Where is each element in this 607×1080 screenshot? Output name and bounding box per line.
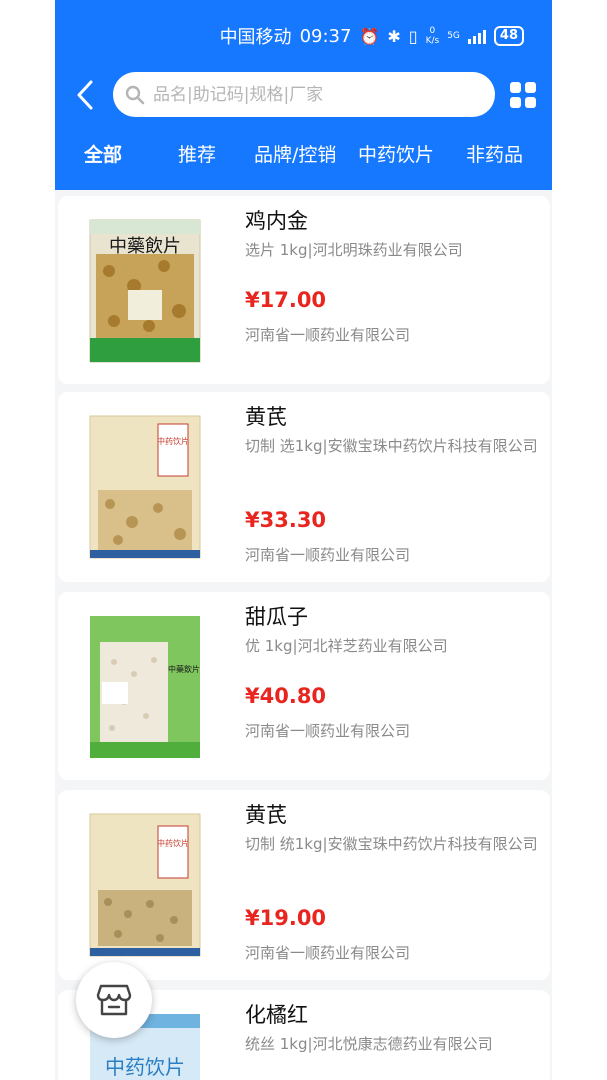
app-screen: 中国移动 09:37 ⏰ ✱ ▯ 0 K/s 5G 48 品名|助记码|规格|厂… bbox=[55, 0, 552, 1080]
grid-icon bbox=[510, 82, 521, 93]
search-icon bbox=[125, 85, 145, 104]
product-info: 化橘红 统丝 1kg|河北悦康志德药业有限公司 bbox=[245, 1000, 545, 1056]
product-price: ¥19.00 bbox=[245, 906, 327, 930]
store-button[interactable] bbox=[76, 962, 152, 1038]
product-name: 黄芪 bbox=[245, 803, 287, 827]
net-speed: 0 K/s bbox=[426, 26, 440, 46]
package-label: 中藥飲片 bbox=[109, 236, 181, 257]
tab-chinese-herbal[interactable]: 中药饮片 bbox=[358, 140, 434, 167]
product-name: 黄芪 bbox=[245, 405, 287, 429]
bluetooth-icon: ✱ bbox=[387, 26, 401, 46]
product-price: ¥40.80 bbox=[245, 684, 327, 708]
product-info: 鸡内金 选片 1kg|河北明珠药业有限公司 bbox=[245, 206, 545, 262]
product-vendor: 河南省一顺药业有限公司 bbox=[245, 546, 411, 564]
product-spec: 优 1kg|河北祥芝药业有限公司 bbox=[245, 637, 448, 655]
product-vendor: 河南省一顺药业有限公司 bbox=[245, 944, 411, 962]
product-image: 中药饮片 bbox=[84, 412, 206, 562]
search-bar[interactable] bbox=[113, 72, 495, 117]
package-label: 中藥飲片 bbox=[168, 664, 200, 674]
net-speed-value: 0 bbox=[429, 26, 436, 36]
grid-view-button[interactable] bbox=[510, 82, 536, 108]
product-card[interactable]: 中药饮片 黄芪 切制 选1kg|安徽宝珠中药饮片科技有限公司 ¥33.30 河南… bbox=[58, 392, 550, 582]
product-spec: 选片 1kg|河北明珠药业有限公司 bbox=[245, 241, 463, 259]
net-speed-unit: K/s bbox=[425, 36, 440, 46]
product-spec: 统丝 1kg|河北悦康志德药业有限公司 bbox=[245, 1035, 493, 1053]
package-label: 中药饮片 bbox=[157, 838, 189, 848]
header: 中国移动 09:37 ⏰ ✱ ▯ 0 K/s 5G 48 品名|助记码|规格|厂… bbox=[55, 0, 552, 190]
battery-indicator: 48 bbox=[493, 26, 524, 46]
product-price: ¥33.30 bbox=[245, 508, 327, 532]
product-card[interactable]: 中药饮片 黄芪 切制 统1kg|安徽宝珠中药饮片科技有限公司 ¥19.00 河南… bbox=[58, 790, 550, 980]
product-card[interactable]: 中藥飲片 甜瓜子 优 1kg|河北祥芝药业有限公司 ¥40.80 河南省一顺药业… bbox=[58, 592, 550, 780]
product-image: 中藥飲片 bbox=[84, 612, 206, 762]
product-name: 化橘红 bbox=[245, 1003, 308, 1027]
search-input[interactable] bbox=[153, 84, 473, 105]
chevron-left-icon bbox=[77, 80, 93, 110]
tab-recommended[interactable]: 推荐 bbox=[178, 140, 216, 167]
product-name: 鸡内金 bbox=[245, 209, 308, 233]
package-label: 中药饮片 bbox=[105, 1055, 185, 1079]
alarm-icon: ⏰ bbox=[359, 26, 380, 46]
product-card[interactable]: 中藥飲片 鸡内金 选片 1kg|河北明珠药业有限公司 ¥17.00 河南省一顺药… bbox=[58, 196, 550, 384]
tab-non-drug[interactable]: 非药品 bbox=[466, 140, 523, 167]
signal-icon bbox=[467, 28, 486, 44]
carrier-name: 中国移动 bbox=[219, 27, 292, 48]
vibrate-icon: ▯ bbox=[408, 26, 418, 46]
store-icon bbox=[96, 984, 132, 1016]
product-info: 甜瓜子 优 1kg|河北祥芝药业有限公司 bbox=[245, 602, 545, 658]
product-name: 甜瓜子 bbox=[245, 605, 308, 629]
product-vendor: 河南省一顺药业有限公司 bbox=[245, 326, 411, 344]
clock: 09:37 bbox=[299, 25, 352, 47]
category-tabs: 全部 推荐 品牌/控销 中药饮片 非药品 bbox=[55, 140, 552, 176]
product-price: ¥17.00 bbox=[245, 288, 327, 312]
back-button[interactable] bbox=[73, 78, 97, 112]
product-info: 黄芪 切制 统1kg|安徽宝珠中药饮片科技有限公司 bbox=[245, 800, 545, 856]
package-label: 中药饮片 bbox=[157, 436, 189, 446]
tab-brand-control[interactable]: 品牌/控销 bbox=[254, 140, 336, 167]
product-vendor: 河南省一顺药业有限公司 bbox=[245, 722, 411, 740]
product-info: 黄芪 切制 选1kg|安徽宝珠中药饮片科技有限公司 bbox=[245, 402, 545, 458]
product-image: 中药饮片 bbox=[84, 810, 206, 960]
product-spec: 切制 选1kg|安徽宝珠中药饮片科技有限公司 bbox=[245, 437, 538, 455]
network-type: 5G bbox=[447, 31, 460, 41]
status-bar: 中国移动 09:37 ⏰ ✱ ▯ 0 K/s 5G 48 bbox=[220, 22, 524, 50]
tab-all[interactable]: 全部 bbox=[84, 140, 122, 167]
product-image: 中藥飲片 bbox=[84, 216, 206, 366]
product-spec: 切制 统1kg|安徽宝珠中药饮片科技有限公司 bbox=[245, 835, 538, 853]
